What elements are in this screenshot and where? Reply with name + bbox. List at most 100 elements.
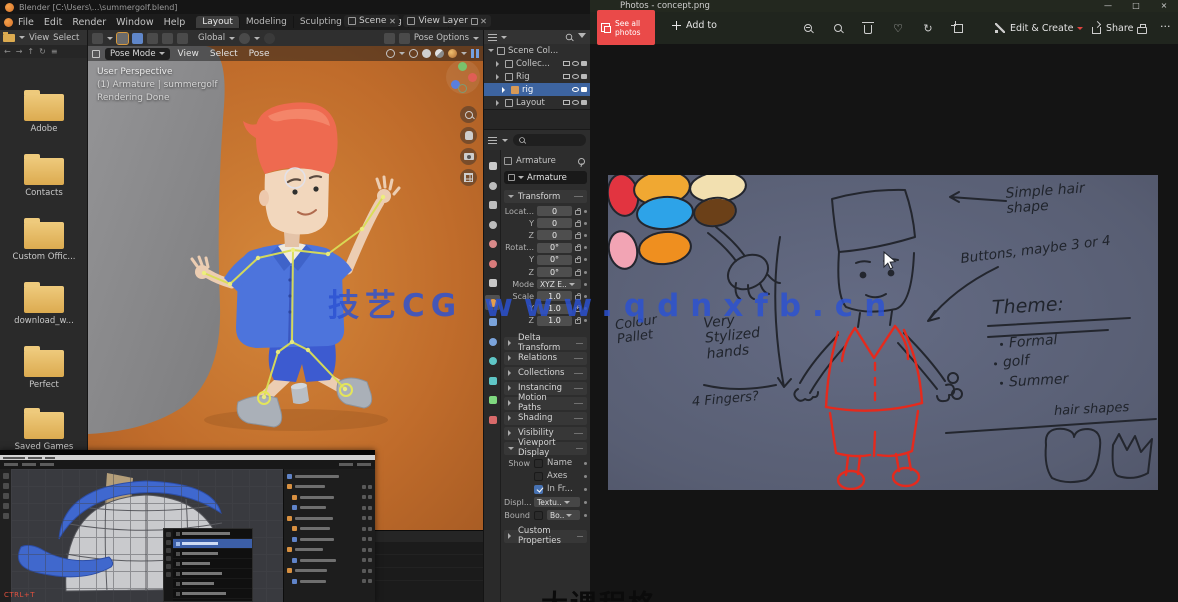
blender-titlebar[interactable]: Blender [C:\Users\...\summergolf.blend] xyxy=(0,0,590,14)
value-field[interactable]: 0° xyxy=(537,255,572,265)
checkbox-in-front[interactable] xyxy=(534,485,543,494)
tab-modeling[interactable]: Modeling xyxy=(240,16,294,28)
new-view-layer-icon[interactable] xyxy=(471,18,478,25)
cursor-tool-icon[interactable] xyxy=(92,33,103,44)
value-field[interactable]: 0° xyxy=(537,267,572,277)
section-viewport-display[interactable]: Viewport Display xyxy=(504,442,587,455)
section-delta-transform[interactable]: Delta Transform xyxy=(504,337,587,350)
share-button[interactable]: Share xyxy=(1106,23,1133,34)
photos-titlebar[interactable]: Photos - concept.png — □ × xyxy=(590,0,1178,12)
animate-dot-icon[interactable] xyxy=(584,462,587,465)
filter-icon[interactable] xyxy=(578,33,586,42)
pan-gizmo[interactable] xyxy=(460,127,477,144)
animate-dot-icon[interactable] xyxy=(584,246,587,249)
menu-edit[interactable]: Edit xyxy=(39,17,67,28)
tab-object-data[interactable] xyxy=(485,393,500,408)
select-circle-icon[interactable] xyxy=(147,33,158,44)
close-button[interactable]: × xyxy=(1150,0,1178,12)
animate-dot-icon[interactable] xyxy=(584,475,587,478)
back-icon[interactable]: ← xyxy=(4,47,11,56)
folder-item[interactable]: download_w... xyxy=(0,286,88,326)
camera-icon[interactable] xyxy=(581,74,587,79)
file-browser-editor-icon[interactable] xyxy=(3,34,15,42)
edit-create-button[interactable]: Edit & Create xyxy=(1010,23,1073,34)
mini-popup-panel[interactable] xyxy=(163,528,253,602)
select-lasso-icon[interactable] xyxy=(162,33,173,44)
see-all-photos-button[interactable]: See all photos xyxy=(597,10,655,45)
snap-magnet-icon[interactable] xyxy=(239,33,250,44)
tab-texture[interactable] xyxy=(485,412,500,427)
disclosure-icon[interactable] xyxy=(496,74,502,80)
tab-render[interactable] xyxy=(485,178,500,193)
animate-dot-icon[interactable] xyxy=(584,222,587,225)
value-field[interactable]: 0 xyxy=(537,206,572,216)
lock-icon[interactable] xyxy=(575,234,581,239)
mini-blender-window[interactable]: CTRL+T xyxy=(0,450,375,602)
list-icon[interactable]: ≡ xyxy=(51,47,58,56)
vp-menu-select[interactable]: Select xyxy=(207,49,241,59)
mode-dropdown[interactable]: Pose Mode xyxy=(105,48,170,60)
camera-view-gizmo[interactable] xyxy=(460,148,477,165)
value-field[interactable]: 0 xyxy=(537,230,572,240)
disclosure-icon[interactable] xyxy=(488,49,494,55)
delete-button[interactable] xyxy=(860,20,876,36)
tab-physics[interactable] xyxy=(485,354,500,369)
lock-icon[interactable] xyxy=(575,210,581,215)
screen-icon[interactable] xyxy=(563,61,570,66)
disclosure-icon[interactable] xyxy=(496,61,502,67)
view-layer-remove-icon[interactable] xyxy=(481,18,487,24)
folder-item[interactable]: Contacts xyxy=(0,158,88,198)
folder-item[interactable]: Adobe xyxy=(0,94,88,134)
select-box-icon[interactable] xyxy=(132,33,143,44)
camera-icon[interactable] xyxy=(581,100,587,105)
active-tool-icon[interactable] xyxy=(117,33,128,44)
overlap-icon[interactable] xyxy=(384,33,395,44)
scene-unlink-icon[interactable] xyxy=(389,18,395,24)
zoom-gizmo[interactable] xyxy=(460,106,477,123)
animate-dot-icon[interactable] xyxy=(584,234,587,237)
animate-dot-icon[interactable] xyxy=(584,514,587,517)
screen-icon[interactable] xyxy=(563,100,570,105)
zoom-button[interactable] xyxy=(800,20,816,36)
eye-icon[interactable] xyxy=(572,61,579,66)
section-motion-paths[interactable]: Motion Paths xyxy=(504,397,587,410)
blender-menu-logo-icon[interactable] xyxy=(4,18,13,27)
properties-search[interactable] xyxy=(513,134,586,146)
xray-toggle-icon[interactable] xyxy=(471,49,479,58)
tab-scene[interactable] xyxy=(485,237,500,252)
object-name-field[interactable]: Armature xyxy=(504,171,587,184)
navigation-gizmo[interactable] xyxy=(446,60,480,94)
tab-constraints[interactable] xyxy=(485,373,500,388)
outliner-row-scene-collection[interactable]: Scene Col... xyxy=(484,44,590,57)
lock-icon[interactable] xyxy=(575,271,581,276)
axis-x-dot[interactable] xyxy=(468,73,477,82)
share-icon-wrap[interactable] xyxy=(1088,20,1104,36)
menu-file[interactable]: File xyxy=(13,17,39,28)
mini-outliner[interactable] xyxy=(283,469,375,602)
folder-item[interactable]: Saved Games xyxy=(0,412,88,452)
outliner-row-rig[interactable]: Rig xyxy=(484,70,590,83)
animate-dot-icon[interactable] xyxy=(584,501,587,504)
tab-tool[interactable] xyxy=(485,159,500,174)
cursor-3d-icon[interactable] xyxy=(177,33,188,44)
disclosure-icon[interactable] xyxy=(496,100,502,106)
vp-menu-view[interactable]: View xyxy=(175,49,202,59)
add-to-button[interactable]: Add to xyxy=(672,20,717,31)
lock-icon[interactable] xyxy=(575,246,581,251)
outliner-row-collection[interactable]: Collec... xyxy=(484,57,590,70)
edit-create-icon-wrap[interactable] xyxy=(992,20,1008,36)
menu-help[interactable]: Help xyxy=(159,17,191,28)
tab-particles[interactable] xyxy=(485,334,500,349)
section-relations[interactable]: Relations xyxy=(504,352,587,365)
disclosure-icon[interactable] xyxy=(502,87,508,93)
outliner-row-layout[interactable]: Layout xyxy=(484,96,590,109)
display-as-dropdown[interactable]: Textu.. xyxy=(534,497,580,507)
minimize-button[interactable]: — xyxy=(1094,0,1122,12)
outliner-display-icon[interactable] xyxy=(488,34,497,41)
rotate-button[interactable]: ↻ xyxy=(920,20,936,36)
folder-item[interactable]: Perfect xyxy=(0,350,88,390)
tab-output[interactable] xyxy=(485,198,500,213)
animate-dot-icon[interactable] xyxy=(584,488,587,491)
transform-pivot-icon[interactable] xyxy=(399,33,410,44)
screen-icon[interactable] xyxy=(563,74,570,79)
